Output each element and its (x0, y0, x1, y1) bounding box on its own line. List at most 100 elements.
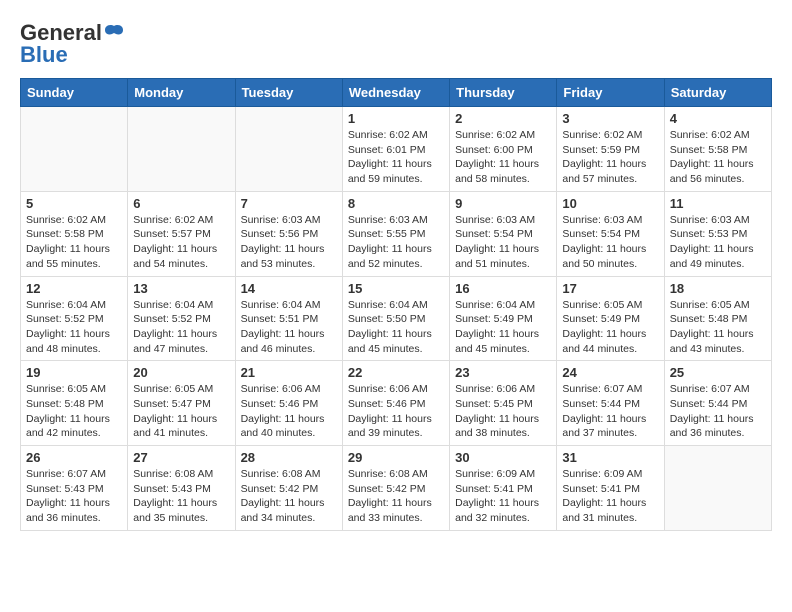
calendar-cell: 25 Sunrise: 6:07 AM Sunset: 5:44 PM Dayli… (664, 361, 771, 446)
day-info: Sunrise: 6:05 AM Sunset: 5:48 PM Dayligh… (670, 298, 766, 357)
day-number: 10 (562, 196, 658, 211)
day-number: 31 (562, 450, 658, 465)
calendar-cell: 26 Sunrise: 6:07 AM Sunset: 5:43 PM Dayli… (21, 446, 128, 531)
day-number: 21 (241, 365, 337, 380)
day-info: Sunrise: 6:02 AM Sunset: 5:59 PM Dayligh… (562, 128, 658, 187)
logo-blue-text: Blue (20, 42, 68, 68)
day-number: 28 (241, 450, 337, 465)
header-sunday: Sunday (21, 79, 128, 107)
header-friday: Friday (557, 79, 664, 107)
day-info: Sunrise: 6:09 AM Sunset: 5:41 PM Dayligh… (455, 467, 551, 526)
day-info: Sunrise: 6:03 AM Sunset: 5:56 PM Dayligh… (241, 213, 337, 272)
day-info: Sunrise: 6:03 AM Sunset: 5:53 PM Dayligh… (670, 213, 766, 272)
day-number: 7 (241, 196, 337, 211)
day-number: 20 (133, 365, 229, 380)
calendar-cell: 28 Sunrise: 6:08 AM Sunset: 5:42 PM Dayli… (235, 446, 342, 531)
calendar-week-3: 19 Sunrise: 6:05 AM Sunset: 5:48 PM Dayli… (21, 361, 772, 446)
calendar-cell (128, 107, 235, 192)
day-number: 15 (348, 281, 444, 296)
day-number: 17 (562, 281, 658, 296)
day-info: Sunrise: 6:05 AM Sunset: 5:48 PM Dayligh… (26, 382, 122, 441)
calendar-cell: 8Sunrise: 6:03 AM Sunset: 5:55 PM Daylig… (342, 191, 449, 276)
calendar-cell: 16Sunrise: 6:04 AM Sunset: 5:49 PM Dayli… (450, 276, 557, 361)
day-number: 5 (26, 196, 122, 211)
day-info: Sunrise: 6:04 AM Sunset: 5:49 PM Dayligh… (455, 298, 551, 357)
calendar-cell: 7 Sunrise: 6:03 AM Sunset: 5:56 PM Daylig… (235, 191, 342, 276)
day-number: 12 (26, 281, 122, 296)
day-info: Sunrise: 6:07 AM Sunset: 5:43 PM Dayligh… (26, 467, 122, 526)
day-number: 2 (455, 111, 551, 126)
calendar-cell: 22 Sunrise: 6:06 AM Sunset: 5:46 PM Dayli… (342, 361, 449, 446)
day-number: 22 (348, 365, 444, 380)
header-saturday: Saturday (664, 79, 771, 107)
day-number: 1 (348, 111, 444, 126)
day-info: Sunrise: 6:08 AM Sunset: 5:42 PM Dayligh… (348, 467, 444, 526)
day-number: 27 (133, 450, 229, 465)
calendar-cell: 20 Sunrise: 6:05 AM Sunset: 5:47 PM Dayli… (128, 361, 235, 446)
day-info: Sunrise: 6:02 AM Sunset: 5:58 PM Dayligh… (670, 128, 766, 187)
calendar-cell: 21 Sunrise: 6:06 AM Sunset: 5:46 PM Dayli… (235, 361, 342, 446)
calendar-cell: 24Sunrise: 6:07 AM Sunset: 5:44 PM Dayli… (557, 361, 664, 446)
calendar-cell: 17 Sunrise: 6:05 AM Sunset: 5:49 PM Dayli… (557, 276, 664, 361)
day-number: 25 (670, 365, 766, 380)
day-info: Sunrise: 6:02 AM Sunset: 6:01 PM Dayligh… (348, 128, 444, 187)
day-number: 24 (562, 365, 658, 380)
day-info: Sunrise: 6:06 AM Sunset: 5:45 PM Dayligh… (455, 382, 551, 441)
calendar-cell: 9Sunrise: 6:03 AM Sunset: 5:54 PM Daylig… (450, 191, 557, 276)
day-info: Sunrise: 6:03 AM Sunset: 5:54 PM Dayligh… (562, 213, 658, 272)
day-number: 26 (26, 450, 122, 465)
day-number: 4 (670, 111, 766, 126)
calendar-week-0: 1 Sunrise: 6:02 AM Sunset: 6:01 PM Daylig… (21, 107, 772, 192)
calendar-cell: 6 Sunrise: 6:02 AM Sunset: 5:57 PM Daylig… (128, 191, 235, 276)
calendar-cell: 5 Sunrise: 6:02 AM Sunset: 5:58 PM Daylig… (21, 191, 128, 276)
calendar-week-1: 5 Sunrise: 6:02 AM Sunset: 5:58 PM Daylig… (21, 191, 772, 276)
day-number: 23 (455, 365, 551, 380)
calendar-cell (664, 446, 771, 531)
calendar-cell: 11Sunrise: 6:03 AM Sunset: 5:53 PM Dayli… (664, 191, 771, 276)
day-info: Sunrise: 6:03 AM Sunset: 5:55 PM Dayligh… (348, 213, 444, 272)
calendar-cell: 23 Sunrise: 6:06 AM Sunset: 5:45 PM Dayli… (450, 361, 557, 446)
day-info: Sunrise: 6:04 AM Sunset: 5:52 PM Dayligh… (133, 298, 229, 357)
calendar-week-4: 26 Sunrise: 6:07 AM Sunset: 5:43 PM Dayli… (21, 446, 772, 531)
calendar-cell: 31 Sunrise: 6:09 AM Sunset: 5:41 PM Dayli… (557, 446, 664, 531)
calendar-cell: 15 Sunrise: 6:04 AM Sunset: 5:50 PM Dayli… (342, 276, 449, 361)
day-info: Sunrise: 6:02 AM Sunset: 5:57 PM Dayligh… (133, 213, 229, 272)
calendar-cell: 30Sunrise: 6:09 AM Sunset: 5:41 PM Dayli… (450, 446, 557, 531)
calendar-cell: 13 Sunrise: 6:04 AM Sunset: 5:52 PM Dayli… (128, 276, 235, 361)
day-info: Sunrise: 6:09 AM Sunset: 5:41 PM Dayligh… (562, 467, 658, 526)
day-info: Sunrise: 6:04 AM Sunset: 5:52 PM Dayligh… (26, 298, 122, 357)
day-info: Sunrise: 6:08 AM Sunset: 5:43 PM Dayligh… (133, 467, 229, 526)
calendar-cell: 14 Sunrise: 6:04 AM Sunset: 5:51 PM Dayli… (235, 276, 342, 361)
calendar-cell: 19 Sunrise: 6:05 AM Sunset: 5:48 PM Dayli… (21, 361, 128, 446)
day-info: Sunrise: 6:03 AM Sunset: 5:54 PM Dayligh… (455, 213, 551, 272)
day-info: Sunrise: 6:04 AM Sunset: 5:51 PM Dayligh… (241, 298, 337, 357)
calendar-cell (235, 107, 342, 192)
calendar-cell: 29 Sunrise: 6:08 AM Sunset: 5:42 PM Dayli… (342, 446, 449, 531)
day-number: 19 (26, 365, 122, 380)
day-info: Sunrise: 6:02 AM Sunset: 6:00 PM Dayligh… (455, 128, 551, 187)
day-number: 6 (133, 196, 229, 211)
calendar-cell: 4 Sunrise: 6:02 AM Sunset: 5:58 PM Daylig… (664, 107, 771, 192)
day-info: Sunrise: 6:08 AM Sunset: 5:42 PM Dayligh… (241, 467, 337, 526)
day-info: Sunrise: 6:04 AM Sunset: 5:50 PM Dayligh… (348, 298, 444, 357)
day-number: 29 (348, 450, 444, 465)
day-info: Sunrise: 6:06 AM Sunset: 5:46 PM Dayligh… (348, 382, 444, 441)
calendar-cell: 1 Sunrise: 6:02 AM Sunset: 6:01 PM Daylig… (342, 107, 449, 192)
day-number: 18 (670, 281, 766, 296)
day-info: Sunrise: 6:05 AM Sunset: 5:47 PM Dayligh… (133, 382, 229, 441)
day-number: 14 (241, 281, 337, 296)
header-monday: Monday (128, 79, 235, 107)
day-number: 3 (562, 111, 658, 126)
day-number: 13 (133, 281, 229, 296)
calendar-cell: 18 Sunrise: 6:05 AM Sunset: 5:48 PM Dayli… (664, 276, 771, 361)
calendar-cell: 2 Sunrise: 6:02 AM Sunset: 6:00 PM Daylig… (450, 107, 557, 192)
day-info: Sunrise: 6:02 AM Sunset: 5:58 PM Dayligh… (26, 213, 122, 272)
day-info: Sunrise: 6:06 AM Sunset: 5:46 PM Dayligh… (241, 382, 337, 441)
calendar-week-2: 12 Sunrise: 6:04 AM Sunset: 5:52 PM Dayli… (21, 276, 772, 361)
calendar-table: SundayMondayTuesdayWednesdayThursdayFrid… (20, 78, 772, 531)
calendar-cell: 12 Sunrise: 6:04 AM Sunset: 5:52 PM Dayli… (21, 276, 128, 361)
header-thursday: Thursday (450, 79, 557, 107)
header-wednesday: Wednesday (342, 79, 449, 107)
day-info: Sunrise: 6:07 AM Sunset: 5:44 PM Dayligh… (670, 382, 766, 441)
day-info: Sunrise: 6:05 AM Sunset: 5:49 PM Dayligh… (562, 298, 658, 357)
